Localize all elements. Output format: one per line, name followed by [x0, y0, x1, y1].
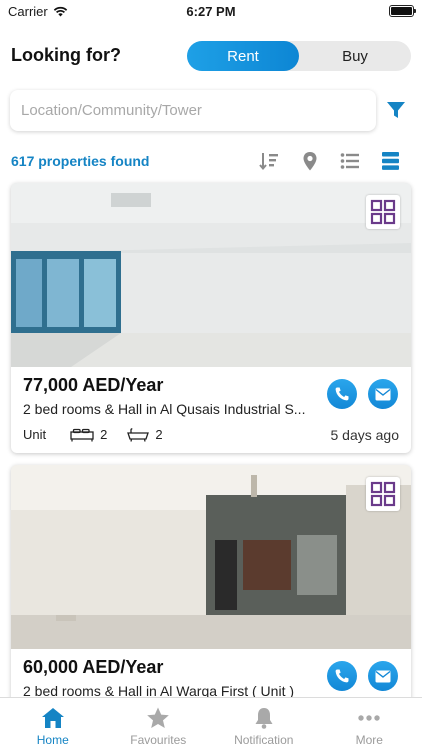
listing-card[interactable]: 60,000 AED/Year 2 bed rooms & Hall in Al… — [11, 465, 411, 705]
list-view-icon[interactable] — [339, 150, 361, 172]
phone-icon — [335, 669, 349, 683]
star-icon — [147, 707, 170, 728]
phone-icon — [335, 387, 349, 401]
bathtub-icon — [127, 427, 150, 442]
search-input[interactable] — [10, 90, 376, 131]
agency-logo-icon — [366, 477, 400, 511]
home-icon — [41, 708, 64, 728]
listing-price: 60,000 AED/Year — [23, 657, 164, 677]
email-button[interactable] — [368, 379, 398, 409]
property-photo[interactable] — [11, 465, 411, 649]
tab-more[interactable]: More — [317, 698, 422, 750]
page-title: Looking for? — [11, 45, 121, 65]
buy-option[interactable]: Buy — [299, 41, 411, 71]
property-photo[interactable] — [11, 183, 411, 367]
results-count: 617 properties found — [11, 153, 150, 169]
tab-bar: Home Favourites Notification More — [0, 697, 422, 750]
more-dots-icon — [358, 715, 380, 721]
clock: 6:27 PM — [186, 4, 236, 19]
bell-icon — [255, 708, 273, 729]
battery-icon — [389, 5, 416, 17]
filter-icon[interactable] — [385, 99, 407, 121]
search-box — [10, 90, 376, 131]
card-view-icon[interactable] — [380, 150, 402, 172]
status-bar: Carrier 6:27 PM — [0, 0, 422, 22]
tab-notification[interactable]: Notification — [211, 698, 317, 750]
tab-home[interactable]: Home — [0, 698, 106, 750]
mail-icon — [375, 670, 391, 682]
tab-label: Favourites — [130, 733, 187, 747]
tab-favourites[interactable]: Favourites — [106, 698, 212, 750]
sort-icon[interactable] — [258, 150, 280, 172]
bath-count: 2 — [155, 427, 163, 442]
listing-date: 5 days ago — [330, 427, 400, 443]
listing-price: 77,000 AED/Year — [23, 375, 164, 395]
tab-label: More — [355, 733, 383, 747]
email-button[interactable] — [368, 661, 398, 691]
bed-count: 2 — [100, 427, 108, 442]
tab-label: Home — [36, 733, 69, 747]
listing-card[interactable]: 77,000 AED/Year 2 bed rooms & Hall in Al… — [11, 183, 411, 453]
call-button[interactable] — [327, 379, 357, 409]
map-pin-icon[interactable] — [299, 150, 321, 172]
listing-meta: Unit 2 2 — [23, 427, 163, 442]
tab-label: Notification — [234, 733, 294, 747]
agency-logo-icon — [366, 195, 400, 229]
listing-title: 2 bed rooms & Hall in Al Qusais Industri… — [23, 401, 306, 417]
call-button[interactable] — [327, 661, 357, 691]
mail-icon — [375, 388, 391, 400]
rent-option[interactable]: Rent — [187, 41, 299, 71]
property-type: Unit — [23, 427, 47, 442]
rent-buy-toggle: Rent Buy — [187, 41, 411, 71]
bed-icon — [70, 428, 94, 441]
